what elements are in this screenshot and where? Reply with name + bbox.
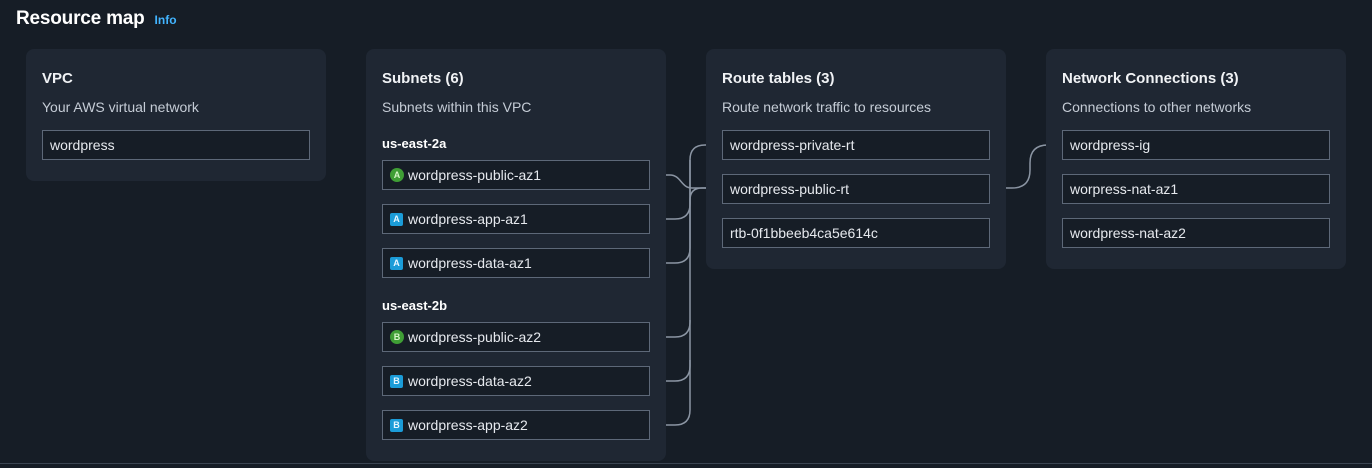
subnet-item-label: wordpress-app-az1 bbox=[408, 211, 528, 227]
network-connection-item-nat-az2[interactable]: wordpress-nat-az2 bbox=[1062, 218, 1330, 248]
route-table-item-private-rt[interactable]: wordpress-private-rt bbox=[722, 130, 990, 160]
route-table-item-label: wordpress-private-rt bbox=[730, 137, 855, 153]
route-table-item-public-rt[interactable]: wordpress-public-rt bbox=[722, 174, 990, 204]
subnet-item-public-az1[interactable]: A wordpress-public-az1 bbox=[382, 160, 650, 190]
network-connection-item-label: wordpress-ig bbox=[1070, 137, 1151, 153]
subnet-item-data-az1[interactable]: A wordpress-data-az1 bbox=[382, 248, 650, 278]
route-table-item-label: rtb-0f1bbeeb4ca5e614c bbox=[730, 225, 878, 241]
private-subnet-badge-icon: A bbox=[390, 212, 403, 226]
route-table-item-main[interactable]: rtb-0f1bbeeb4ca5e614c bbox=[722, 218, 990, 248]
subnet-item-label: wordpress-data-az2 bbox=[408, 373, 532, 389]
network-connections-panel: Network Connections (3) Connections to o… bbox=[1046, 49, 1346, 269]
network-connections-panel-subtitle: Connections to other networks bbox=[1062, 99, 1252, 115]
vpc-item-label: wordpress bbox=[50, 137, 115, 153]
vpc-panel-subtitle: Your AWS virtual network bbox=[42, 99, 199, 115]
private-subnet-badge-icon: A bbox=[390, 256, 403, 270]
private-subnet-badge-icon: B bbox=[390, 418, 403, 432]
route-tables-panel: Route tables (3) Route network traffic t… bbox=[706, 49, 1006, 269]
network-connections-panel-title: Network Connections (3) bbox=[1062, 70, 1239, 87]
subnet-item-app-az1[interactable]: A wordpress-app-az1 bbox=[382, 204, 650, 234]
subnet-item-label: wordpress-data-az1 bbox=[408, 255, 532, 271]
subnet-item-public-az2[interactable]: B wordpress-public-az2 bbox=[382, 322, 650, 352]
resource-map-page: Resource map Info VPC Your AWS virtual n… bbox=[0, 0, 1372, 468]
subnet-item-label: wordpress-public-az2 bbox=[408, 329, 542, 345]
network-connection-item-label: wordpress-nat-az2 bbox=[1070, 225, 1186, 241]
subnet-item-label: wordpress-app-az2 bbox=[408, 417, 528, 433]
subnet-item-app-az2[interactable]: B wordpress-app-az2 bbox=[382, 410, 650, 440]
vpc-panel-title: VPC bbox=[42, 70, 73, 87]
az-label-us-east-2b: us-east-2b bbox=[382, 298, 448, 313]
route-tables-panel-subtitle: Route network traffic to resources bbox=[722, 99, 932, 115]
private-subnet-badge-icon: B bbox=[390, 374, 403, 388]
vpc-item-wordpress[interactable]: wordpress bbox=[42, 130, 310, 160]
subnets-panel: Subnets (6) Subnets within this VPC us-e… bbox=[366, 49, 666, 461]
route-table-item-label: wordpress-public-rt bbox=[730, 181, 850, 197]
subnets-panel-subtitle: Subnets within this VPC bbox=[382, 99, 532, 115]
subnet-item-label: wordpress-public-az1 bbox=[408, 167, 542, 183]
subnet-item-data-az2[interactable]: B wordpress-data-az2 bbox=[382, 366, 650, 396]
az-label-us-east-2a: us-east-2a bbox=[382, 136, 447, 151]
bottom-divider bbox=[0, 463, 1372, 464]
network-connection-item-label: worpress-nat-az1 bbox=[1070, 181, 1179, 197]
public-subnet-badge-icon: A bbox=[390, 168, 404, 182]
subnets-panel-title: Subnets (6) bbox=[382, 70, 464, 87]
network-connection-item-nat-az1[interactable]: worpress-nat-az1 bbox=[1062, 174, 1330, 204]
vpc-panel: VPC Your AWS virtual network wordpress bbox=[26, 49, 326, 181]
network-connection-item-ig[interactable]: wordpress-ig bbox=[1062, 130, 1330, 160]
route-tables-panel-title: Route tables (3) bbox=[722, 70, 835, 87]
public-subnet-badge-icon: B bbox=[390, 330, 404, 344]
